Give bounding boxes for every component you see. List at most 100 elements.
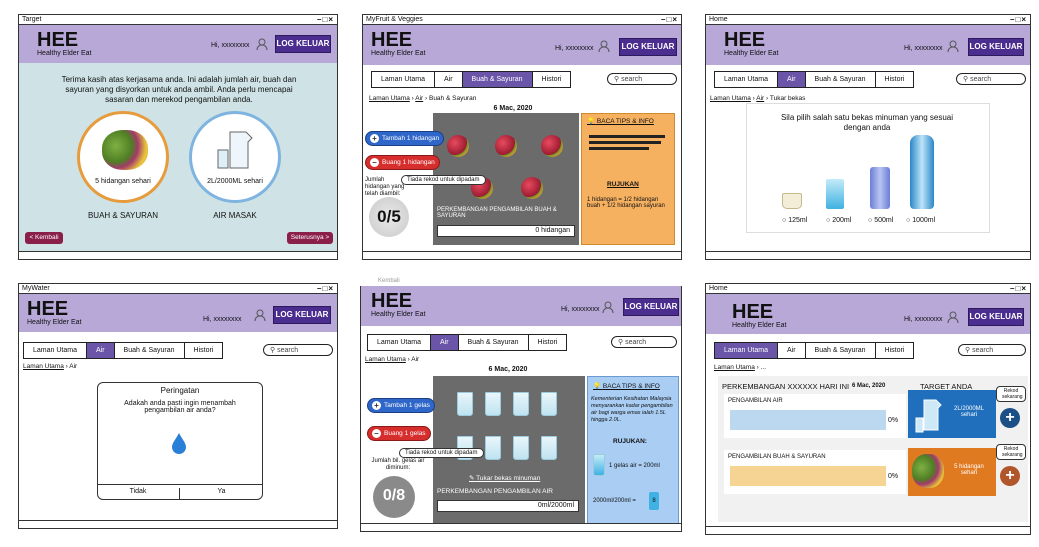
window-controls[interactable]: –□× (317, 284, 334, 293)
tab-history[interactable]: Histori (876, 72, 914, 87)
crumb-air[interactable]: Air (415, 95, 423, 102)
tab-home[interactable]: Laman Utama (715, 72, 778, 87)
tab-water[interactable]: Air (86, 343, 115, 358)
option-label: 200ml (832, 217, 852, 224)
tab-water[interactable]: Air (435, 72, 463, 87)
water-progress-track (730, 410, 886, 430)
no-button[interactable]: Tidak (97, 488, 180, 500)
window-controls[interactable]: –□× (661, 15, 678, 24)
count-badge: 0/5 (369, 197, 409, 237)
record-fruit-button[interactable]: + (1000, 466, 1020, 486)
logout-button[interactable]: LOG KELUAR (275, 35, 331, 53)
add-serving-button[interactable]: + Tambah 1 hidangan (365, 131, 445, 146)
user-icon[interactable] (597, 39, 611, 53)
remove-serving-button[interactable]: – Buang 1 hidangan (365, 155, 440, 170)
tips-link[interactable]: 💡 BACA TIPS & INFO (593, 382, 660, 390)
tab-home[interactable]: Laman Utama (715, 343, 778, 358)
option-500[interactable]: ○ 500ml (868, 217, 893, 224)
plus-icon: + (1005, 409, 1015, 426)
tab-fruit[interactable]: Buah & Sayuran (115, 343, 185, 358)
logout-button[interactable]: LOG KELUAR (968, 38, 1024, 56)
intro-text: Terima kasih atas kerjasama anda. Ini ad… (61, 75, 297, 104)
logout-button[interactable]: LOG KELUAR (619, 38, 677, 56)
search-input[interactable]: ⚲ search (263, 344, 333, 356)
tab-water[interactable]: Air (778, 343, 806, 358)
tooltip: Tiada rekod untuk dipadam (401, 175, 486, 185)
tab-fruit[interactable]: Buah & Sayuran (462, 72, 533, 87)
water-jug-icon (217, 131, 253, 169)
greeting: Hi, xxxxxxxx (904, 316, 943, 323)
back-button[interactable]: < Kembali (25, 232, 63, 244)
crumb-home[interactable]: Laman Utama (710, 95, 751, 102)
crumb-home[interactable]: Laman Utama (369, 95, 410, 102)
search-input[interactable]: ⚲ search (611, 336, 677, 348)
tips-link[interactable]: 💡 BACA TIPS & INFO (587, 117, 654, 125)
water-circle[interactable]: 2L/2000ML sehari (189, 111, 281, 203)
tab-fruit[interactable]: Buah & Sayuran (806, 72, 876, 87)
search-placeholder: search (621, 76, 643, 83)
crumb-air[interactable]: Air (756, 95, 764, 102)
user-icon[interactable] (601, 300, 615, 314)
record-water-button[interactable]: + (1000, 408, 1020, 428)
logout-button[interactable]: LOG KELUAR (273, 306, 331, 324)
bulb-icon: 💡 (593, 383, 602, 390)
tab-water[interactable]: Air (777, 72, 806, 87)
next-button[interactable]: Seterusnya > (287, 232, 333, 244)
glass-icon (485, 436, 501, 460)
tab-history[interactable]: Histori (529, 335, 567, 350)
bulb-icon: 💡 (587, 118, 596, 125)
tab-history[interactable]: Histori (876, 343, 914, 358)
breadcrumb: Laman Utama › Air › Tukar bekas (710, 95, 806, 102)
yes-button[interactable]: Ya (180, 488, 263, 495)
search-input[interactable]: ⚲ search (958, 344, 1026, 356)
bottle-image (870, 167, 890, 209)
greeting: Hi, xxxxxxxx (203, 316, 242, 323)
tab-history[interactable]: Histori (185, 343, 223, 358)
user-icon[interactable] (255, 37, 269, 51)
search-input[interactable]: ⚲ search (607, 73, 677, 85)
option-1000[interactable]: ○ 1000ml (906, 217, 935, 224)
change-container-link[interactable]: ✎ Tukar bekas minuman (469, 474, 540, 482)
logout-button[interactable]: LOG KELUAR (968, 308, 1024, 326)
progress-value: 0 hidangan (437, 225, 575, 237)
fruit-icon (447, 135, 469, 157)
option-125[interactable]: ○ 125ml (782, 217, 807, 224)
crumb-home[interactable]: Laman Utama (365, 356, 406, 363)
bottom-bar (19, 251, 337, 259)
remove-glass-button[interactable]: – Buang 1 gelas (367, 426, 431, 441)
window-controls[interactable]: –□× (317, 15, 334, 24)
bottom-bar (706, 526, 1030, 534)
option-200[interactable]: ○ 200ml (826, 217, 851, 224)
tab-bar: Laman Utama Air Buah & Sayuran Histori (714, 342, 915, 359)
tab-home[interactable]: Laman Utama (372, 72, 435, 87)
window-water: HEE Healthy Elder Eat Hi, xxxxxxxx LOG KE… (360, 286, 682, 532)
pencil-icon: ✎ (469, 475, 475, 482)
window-controls[interactable]: –□× (1010, 284, 1027, 293)
search-icon: ⚲ (618, 339, 624, 346)
divider (97, 484, 263, 485)
window-controls[interactable]: –□× (1010, 15, 1027, 24)
user-icon[interactable] (946, 39, 960, 53)
fruit-progress-track (730, 466, 886, 486)
fruit-circle[interactable]: 5 hidangan sehari (77, 111, 169, 203)
crumb-home[interactable]: Laman Utama (714, 364, 755, 371)
tab-home[interactable]: Laman Utama (368, 335, 431, 350)
fruit-progress-pct: 0% (888, 473, 899, 480)
user-icon[interactable] (946, 310, 960, 324)
user-icon[interactable] (253, 308, 267, 322)
plus-icon: + (370, 134, 379, 143)
plus-icon: + (1005, 467, 1015, 484)
glass-icon (513, 392, 529, 416)
search-icon: ⚲ (965, 347, 971, 354)
crumb-home[interactable]: Laman Utama (23, 363, 64, 370)
search-input[interactable]: ⚲ search (956, 73, 1026, 85)
tab-home[interactable]: Laman Utama (24, 343, 87, 358)
logout-button[interactable]: LOG KELUAR (623, 298, 679, 316)
add-glass-button[interactable]: + Tambah 1 gelas (367, 398, 435, 413)
tab-fruit[interactable]: Buah & Sayuran (806, 343, 876, 358)
tab-fruit[interactable]: Buah & Sayuran (459, 335, 529, 350)
header: HEE Healthy Elder Eat Hi, xxxxxxxx LOG KE… (363, 25, 681, 65)
tab-water[interactable]: Air (430, 335, 459, 350)
tab-history[interactable]: Histori (533, 72, 571, 87)
search-placeholder: search (972, 347, 994, 354)
